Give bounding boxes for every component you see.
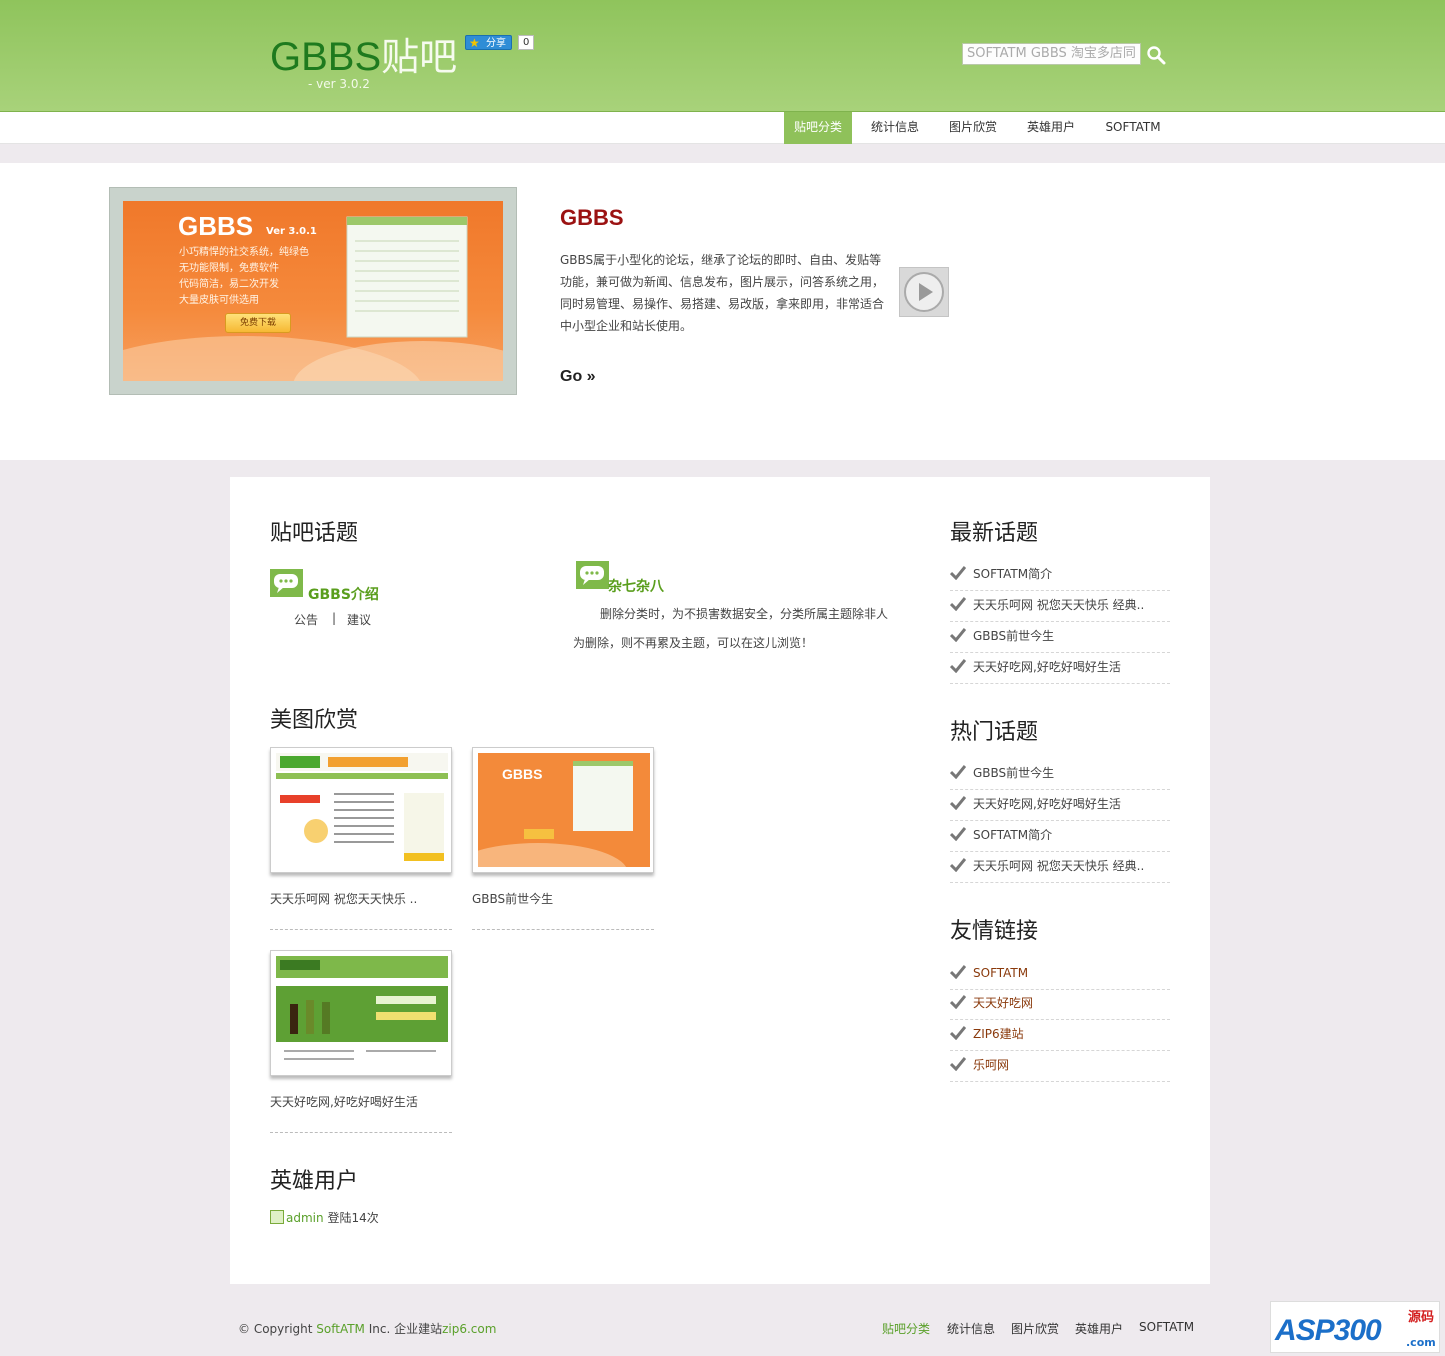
search-icon[interactable] xyxy=(1146,45,1166,65)
topics-heading: 贴吧话题 xyxy=(270,521,359,546)
star-icon: ★ xyxy=(469,36,480,50)
friend-link-item[interactable]: ZIP6建站 xyxy=(950,1020,1170,1051)
svg-text:GBBS: GBBS xyxy=(502,766,542,782)
friend-link-item[interactable]: 天天好吃网 xyxy=(950,989,1170,1020)
nav-bar xyxy=(0,112,1445,144)
user-icon xyxy=(270,1210,284,1224)
footer-nav-gallery[interactable]: 图片欣赏 xyxy=(1011,1320,1059,1337)
footer-copyright: © Copyright SoftATM Inc. 企业建站zip6.com xyxy=(238,1322,497,1336)
latest-topic-item[interactable]: GBBS前世今生 xyxy=(950,622,1170,653)
play-button[interactable] xyxy=(899,267,949,317)
site-header xyxy=(0,0,1445,112)
share-button[interactable]: ★ 分享 xyxy=(465,35,512,50)
hero-description: GBBS属于小型化的论坛，继承了论坛的即时、自由、发贴等功能，兼可做为新闻、信息… xyxy=(560,253,885,333)
latest-topics-heading: 最新话题 xyxy=(950,521,1039,546)
footer-nav-heroes[interactable]: 英雄用户 xyxy=(1075,1320,1123,1337)
friend-link-item[interactable]: SOFTATM xyxy=(950,959,1170,990)
checkmark-icon xyxy=(950,765,966,779)
hot-topic-item[interactable]: SOFTATM简介 xyxy=(950,821,1170,852)
gallery-caption[interactable]: GBBS前世今生 xyxy=(472,890,553,907)
checkmark-icon xyxy=(950,796,966,810)
nav-item-categories[interactable]: 贴吧分类 xyxy=(784,112,852,144)
hero-user-entry: admin 登陆14次 xyxy=(270,1209,379,1226)
nav-item-heroes[interactable]: 英雄用户 xyxy=(1018,112,1084,144)
subcategory-announcement[interactable]: 公告 xyxy=(294,611,318,628)
divider xyxy=(472,929,654,930)
hero-username[interactable]: admin xyxy=(286,1211,324,1225)
heroes-heading: 英雄用户 xyxy=(270,1169,359,1194)
nav-item-softatm[interactable]: SOFTATM xyxy=(1096,112,1170,144)
checkmark-icon xyxy=(950,965,966,979)
checkmark-icon xyxy=(950,628,966,642)
hot-topic-item[interactable]: 天天乐呵网 祝您天天快乐 经典.. xyxy=(950,852,1170,883)
latest-topic-item[interactable]: 天天乐呵网 祝您天天快乐 经典.. xyxy=(950,591,1170,622)
latest-topic-item[interactable]: 天天好吃网,好吃好喝好生活 xyxy=(950,653,1170,684)
subcategory-separator: | xyxy=(332,611,337,625)
nav-item-stats[interactable]: 统计信息 xyxy=(862,112,928,144)
gallery-thumbnail[interactable]: GBBS xyxy=(472,747,654,873)
share-widget[interactable]: ★ 分享 0 xyxy=(465,35,535,50)
footer-nav-stats[interactable]: 统计信息 xyxy=(947,1320,995,1337)
checkmark-icon xyxy=(950,858,966,872)
site-logo[interactable]: GBBS贴吧 xyxy=(270,26,457,81)
download-button[interactable]: 免费下载 xyxy=(225,313,291,333)
checkmark-icon xyxy=(950,1057,966,1071)
hot-topic-item[interactable]: GBBS前世今生 xyxy=(950,759,1170,790)
friend-link-item[interactable]: 乐呵网 xyxy=(950,1051,1170,1082)
go-link[interactable]: Go » xyxy=(560,368,596,386)
chat-icon xyxy=(576,561,609,589)
asp300-watermark-logo: ASP300 源码 .com xyxy=(1270,1301,1440,1353)
search-input[interactable]: SOFTATM GBBS 淘宝多店同 xyxy=(962,43,1141,65)
checkmark-icon xyxy=(950,995,966,1009)
hero-image-version: Ver 3.0.1 xyxy=(266,226,317,237)
gallery-thumbnail[interactable] xyxy=(270,747,452,873)
hero-image-logo: GBBS xyxy=(178,211,254,241)
checkmark-icon xyxy=(950,597,966,611)
footer-site-link[interactable]: zip6.com xyxy=(442,1322,496,1336)
hero-title: GBBS xyxy=(560,205,624,230)
checkmark-icon xyxy=(950,1026,966,1040)
play-icon xyxy=(904,272,944,312)
footer-nav-categories[interactable]: 贴吧分类 xyxy=(882,1320,930,1337)
subcategory-suggestion[interactable]: 建议 xyxy=(347,611,371,628)
category-gbbs-intro[interactable]: GBBS介绍 xyxy=(308,584,379,604)
category-misc[interactable]: 杂七杂八 xyxy=(608,576,664,596)
hero-image-line: 小巧精悍的社交系统，纯绿色 xyxy=(179,247,309,258)
friend-links-heading: 友情链接 xyxy=(950,919,1039,944)
divider xyxy=(270,1132,452,1133)
hero-image-line: 无功能限制，免费软件 xyxy=(179,263,279,274)
hero-image-line: 代码简洁，易二次开发 xyxy=(179,279,279,290)
share-count: 0 xyxy=(518,35,535,50)
version-label: - ver 3.0.2 xyxy=(308,77,370,91)
checkmark-icon xyxy=(950,566,966,580)
gallery-heading: 美图欣赏 xyxy=(270,708,359,733)
gallery-caption[interactable]: 天天好吃网,好吃好喝好生活 xyxy=(270,1093,418,1110)
category-misc-description: 删除分类时，为不损害数据安全，分类所属主题除非人为删除，则不再累及主题，可以在这… xyxy=(573,607,889,650)
gallery-thumbnail[interactable] xyxy=(270,950,452,1076)
divider xyxy=(270,929,452,930)
gallery-caption[interactable]: 天天乐呵网 祝您天天快乐 .. xyxy=(270,890,417,907)
hero-login-count: 登陆14次 xyxy=(327,1211,379,1225)
checkmark-icon xyxy=(950,827,966,841)
footer-brand-link[interactable]: SoftATM xyxy=(316,1322,365,1336)
checkmark-icon xyxy=(950,659,966,673)
latest-topic-item[interactable]: SOFTATM简介 xyxy=(950,560,1170,591)
hero-banner-image[interactable]: GBBS Ver 3.0.1 小巧精悍的社交系统，纯绿色 无功能限制，免费软件 … xyxy=(123,201,503,381)
footer-nav-softatm[interactable]: SOFTATM xyxy=(1139,1320,1194,1334)
chat-icon xyxy=(270,569,303,597)
hero-image-line: 大量皮肤可供选用 xyxy=(179,295,259,306)
nav-item-gallery[interactable]: 图片欣赏 xyxy=(940,112,1006,144)
hot-topics-heading: 热门话题 xyxy=(950,720,1039,745)
hot-topic-item[interactable]: 天天好吃网,好吃好喝好生活 xyxy=(950,790,1170,821)
